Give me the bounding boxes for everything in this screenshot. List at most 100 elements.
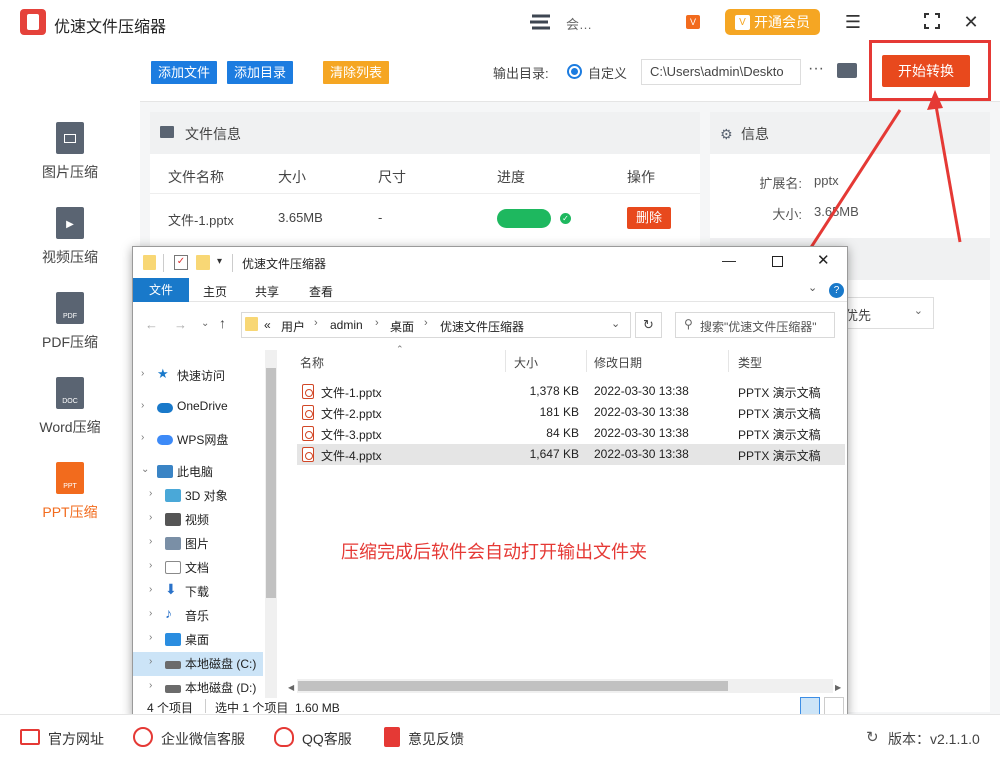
nav-item-wps[interactable]: › WPS网盘 bbox=[133, 428, 263, 452]
wechat-support-link[interactable]: 企业微信客服 bbox=[161, 729, 245, 749]
sidebar-item-word[interactable]: DOC Word压缩 bbox=[0, 377, 140, 457]
chevron-down-icon[interactable]: ⌄ bbox=[808, 281, 817, 294]
chevron-down-icon[interactable]: ⌄ bbox=[611, 317, 620, 330]
menu-icon[interactable]: ☰ bbox=[843, 12, 863, 32]
sidebar-item-label: 图片压缩 bbox=[42, 164, 98, 180]
scroll-right-icon[interactable]: ▶ bbox=[835, 683, 841, 692]
explorer-title: 优速文件压缩器 bbox=[242, 257, 327, 271]
column-header-name[interactable]: 名称 bbox=[300, 354, 324, 371]
file-row[interactable]: 文件-2.pptx 181 KB 2022-03-30 13:38 PPTX 演… bbox=[297, 402, 845, 423]
tab-share[interactable]: 共享 bbox=[255, 283, 279, 300]
drive-icon bbox=[165, 661, 181, 669]
folder-icon[interactable] bbox=[837, 63, 857, 78]
add-file-button[interactable]: 添加文件 bbox=[151, 61, 218, 84]
column-header-type[interactable]: 类型 bbox=[738, 354, 762, 371]
tab-home[interactable]: 主页 bbox=[203, 283, 227, 300]
sidebar-item-pdf[interactable]: PDF PDF压缩 bbox=[0, 292, 140, 372]
back-icon[interactable]: ← bbox=[145, 317, 158, 332]
breadcrumb-separator: › bbox=[375, 317, 379, 329]
nav-item-onedrive[interactable]: › OneDrive bbox=[133, 396, 263, 420]
qq-support-link[interactable]: QQ客服 bbox=[302, 729, 352, 749]
divider bbox=[586, 350, 587, 372]
nav-item-quick-access[interactable]: › ★ 快速访问 bbox=[133, 364, 263, 388]
nav-item-3d[interactable]: › 3D 对象 bbox=[141, 484, 271, 508]
nav-item-pictures[interactable]: › 图片 bbox=[141, 532, 271, 556]
breadcrumb-item[interactable]: 优速文件压缩器 bbox=[440, 318, 524, 335]
update-icon: ↻ bbox=[866, 729, 879, 746]
close-icon[interactable]: ✕ bbox=[961, 12, 981, 32]
document-icon bbox=[165, 561, 181, 574]
clear-list-button[interactable]: 清除列表 bbox=[323, 61, 390, 84]
sidebar-item-video[interactable]: ▶ 视频压缩 bbox=[0, 207, 140, 287]
column-header-size[interactable]: 大小 bbox=[514, 354, 538, 371]
nav-item-downloads[interactable]: › ⬇ 下载 bbox=[141, 580, 271, 604]
divider bbox=[163, 254, 164, 272]
add-directory-button[interactable]: 添加目录 bbox=[227, 61, 294, 84]
file-row-selected[interactable]: 文件-4.pptx 1,647 KB 2022-03-30 13:38 PPTX… bbox=[297, 444, 845, 465]
download-icon: ⬇ bbox=[165, 581, 177, 597]
horizontal-scrollbar-thumb[interactable] bbox=[298, 681, 728, 691]
nav-scrollbar-thumb[interactable] bbox=[266, 368, 276, 598]
forward-icon[interactable]: → bbox=[174, 317, 187, 332]
close-icon[interactable]: ✕ bbox=[817, 251, 830, 269]
maximize-icon[interactable] bbox=[772, 256, 783, 267]
maximize-icon[interactable] bbox=[922, 12, 942, 32]
pptx-file-icon bbox=[302, 384, 314, 399]
tiles-view-icon[interactable] bbox=[824, 697, 844, 715]
sidebar-item-label: 视频压缩 bbox=[42, 249, 98, 265]
nav-item-videos[interactable]: › 视频 bbox=[141, 508, 271, 532]
cube-icon bbox=[165, 489, 181, 502]
recent-dropdown-icon[interactable]: ⌄ bbox=[201, 318, 209, 329]
breadcrumb-separator: › bbox=[424, 317, 428, 329]
nav-item-music[interactable]: › ♪ 音乐 bbox=[141, 604, 271, 628]
feedback-link[interactable]: 意见反馈 bbox=[408, 729, 464, 749]
breadcrumb-overflow[interactable]: « bbox=[264, 318, 271, 332]
file-row[interactable]: 文件-1.pptx 1,378 KB 2022-03-30 13:38 PPTX… bbox=[297, 381, 845, 402]
annotation-text: 压缩完成后软件会自动打开输出文件夹 bbox=[341, 542, 647, 562]
quick-access-dropdown-icon[interactable]: ▾ bbox=[217, 256, 222, 267]
vip-button[interactable]: V 开通会员 bbox=[725, 9, 820, 35]
more-icon[interactable]: ··· bbox=[808, 60, 824, 78]
file-row[interactable]: 文件-3.pptx 84 KB 2022-03-30 13:38 PPTX 演示… bbox=[297, 423, 845, 444]
column-header-date[interactable]: 修改日期 bbox=[594, 354, 642, 371]
minimize-icon[interactable]: — bbox=[722, 252, 736, 268]
custom-radio[interactable] bbox=[567, 64, 582, 79]
breadcrumb-item[interactable]: 桌面 bbox=[390, 318, 414, 335]
search-input[interactable]: 搜索"优速文件压缩器" bbox=[675, 312, 835, 338]
nav-item-drive-c[interactable]: › 本地磁盘 (C:) bbox=[133, 652, 263, 676]
sidebar-item-ppt[interactable]: PPT PPT压缩 bbox=[0, 462, 140, 542]
version-text: 版本：v2.1.1.0 bbox=[888, 731, 980, 747]
tab-view[interactable]: 查看 bbox=[309, 283, 333, 300]
refresh-icon[interactable]: ↻ bbox=[635, 312, 662, 338]
divider bbox=[505, 350, 506, 372]
sidebar-item-image[interactable]: 图片压缩 bbox=[0, 122, 140, 202]
music-icon: ♪ bbox=[165, 605, 172, 621]
nav-item-this-pc[interactable]: ⌄ 此电脑 bbox=[133, 460, 263, 484]
help-icon[interactable]: ? bbox=[829, 283, 844, 298]
picture-icon bbox=[165, 537, 181, 550]
website-link[interactable]: 官方网址 bbox=[48, 729, 104, 749]
pdf-file-icon: PDF bbox=[56, 292, 84, 324]
tab-file[interactable]: 文件 bbox=[133, 278, 189, 302]
up-icon[interactable]: ↑ bbox=[219, 315, 226, 331]
picture-icon bbox=[160, 126, 174, 138]
properties-icon[interactable]: ✓ bbox=[174, 255, 188, 270]
user-name[interactable]: 会… bbox=[566, 14, 592, 33]
custom-radio-label[interactable]: 自定义 bbox=[588, 63, 627, 82]
output-path-input[interactable]: C:\Users\admin\Deskto bbox=[641, 59, 801, 85]
breadcrumb-item[interactable]: 用户 bbox=[281, 318, 305, 335]
new-folder-icon[interactable] bbox=[196, 255, 210, 270]
website-icon bbox=[20, 729, 40, 745]
chevron-right-icon: › bbox=[149, 584, 153, 595]
details-view-icon[interactable] bbox=[800, 697, 820, 715]
delete-button[interactable]: 删除 bbox=[627, 207, 671, 229]
nav-item-documents[interactable]: › 文档 bbox=[141, 556, 271, 580]
file-info-title: 文件信息 bbox=[185, 126, 241, 142]
search-icon: ⚲ bbox=[684, 317, 693, 331]
breadcrumb-item[interactable]: admin bbox=[330, 318, 363, 332]
cloud-icon bbox=[157, 403, 173, 413]
scroll-left-icon[interactable]: ◀ bbox=[288, 683, 294, 692]
divider bbox=[728, 350, 729, 372]
nav-item-desktop[interactable]: › 桌面 bbox=[141, 628, 271, 652]
nav-item-drive-d[interactable]: › 本地磁盘 (D:) bbox=[141, 676, 271, 700]
